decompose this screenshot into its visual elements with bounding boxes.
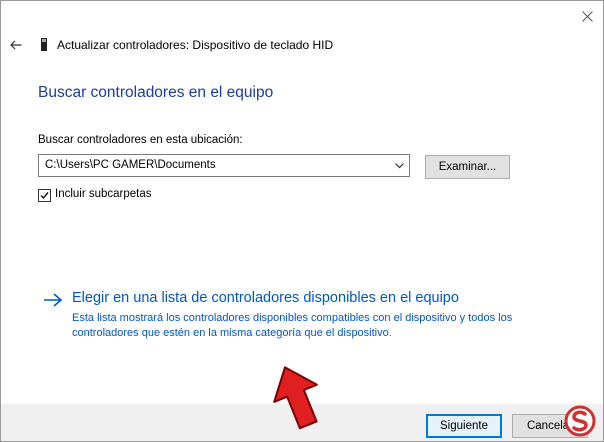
right-arrow-icon[interactable] (43, 292, 63, 308)
close-icon (581, 10, 593, 22)
next-button[interactable]: Siguiente (426, 414, 502, 438)
back-arrow-icon (10, 40, 22, 50)
close-button[interactable] (575, 5, 599, 27)
path-value: C:\Users\PC GAMER\Documents (45, 159, 216, 171)
window-title: Actualizar controladores: Dispositivo de… (57, 38, 334, 52)
solvetic-logo-icon (564, 405, 596, 437)
dialog-header: Actualizar controladores: Dispositivo de… (1, 31, 603, 59)
browse-button[interactable]: Examinar... (425, 155, 510, 179)
page-title: Buscar controladores en el equipo (38, 84, 274, 101)
chevron-down-icon[interactable] (393, 159, 406, 172)
include-subfolders-label: Incluir subcarpetas (55, 188, 152, 200)
back-button[interactable] (6, 35, 26, 55)
checkmark-icon (40, 192, 49, 200)
location-label: Buscar controladores en esta ubicación: (38, 134, 243, 146)
keyboard-device-icon (41, 38, 47, 51)
update-drivers-window: Actualizar controladores: Dispositivo de… (0, 0, 604, 442)
red-up-arrow-icon (273, 366, 318, 430)
pick-from-list-link[interactable]: Elegir en una lista de controladores dis… (72, 290, 459, 306)
path-combobox[interactable]: C:\Users\PC GAMER\Documents (38, 154, 410, 177)
pick-from-list-description: Esta lista mostrará los controladores di… (72, 312, 513, 339)
include-subfolders-checkbox[interactable] (38, 189, 51, 202)
